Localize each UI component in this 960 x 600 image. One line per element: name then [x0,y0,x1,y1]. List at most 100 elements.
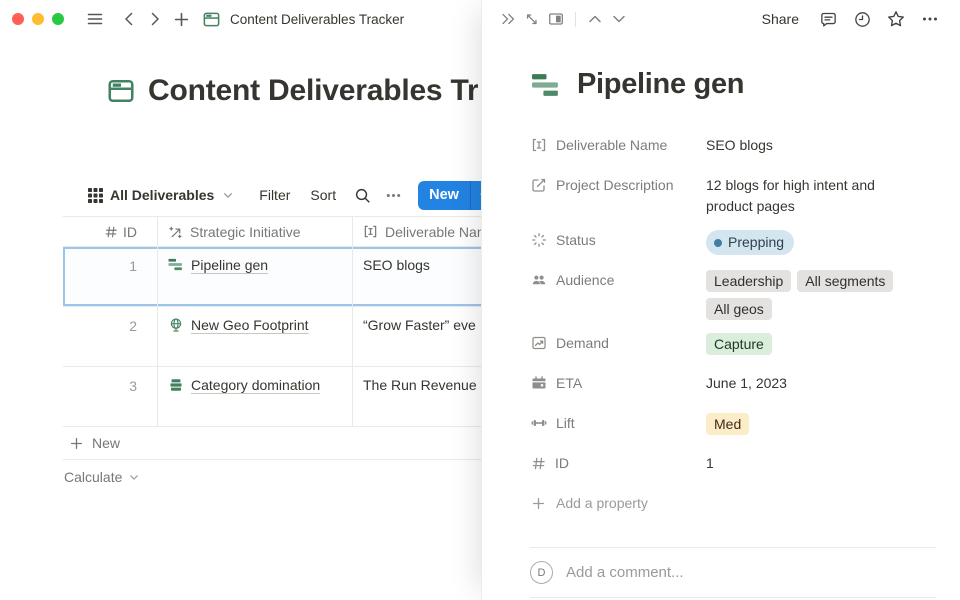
share-button[interactable]: Share [762,11,799,27]
property-label[interactable]: Demand [531,326,706,353]
panel-actions: Share [762,6,943,32]
property-label[interactable]: Project Description [531,168,706,195]
demand-tag[interactable]: Capture [706,333,772,355]
page-title: Content Deliverables Tracker [148,74,478,108]
page-table-icon [198,6,224,32]
hash-icon [531,456,546,471]
open-full-page-icon[interactable] [520,7,544,31]
property-label[interactable]: ETA [531,366,706,393]
property-row-deliverable-name: Deliverable Name SEO blogs [531,128,926,162]
record-detail: Pipeline gen Deliverable Name SEO blogs … [482,38,960,520]
green-bars-icon [531,71,562,99]
calendar-icon [531,375,547,391]
property-row-id: ID 1 [531,446,926,480]
people-icon [531,272,547,288]
header-strategic-initiative[interactable]: Strategic Initiative [158,217,353,246]
audience-tag[interactable]: All segments [797,270,893,292]
page-heading[interactable]: Content Deliverables Tracker [106,74,478,108]
cell-initiative[interactable]: New Geo Footprint [158,307,353,366]
card-box-icon [168,377,184,393]
audience-tag[interactable]: Leadership [706,270,791,292]
window-title: Content Deliverables Tracker [230,12,404,27]
green-bars-icon [168,257,184,272]
property-value[interactable]: Leadership All segments All geos [706,263,926,320]
status-pill[interactable]: Prepping [706,230,794,255]
property-row-project-description: Project Description 12 blogs for high in… [531,168,926,217]
edit-text-icon [531,177,547,193]
favorite-star-icon[interactable] [883,6,909,32]
property-value[interactable]: June 1, 2023 [706,366,926,394]
cell-initiative[interactable]: Pipeline gen [158,247,353,306]
view-tab-all-deliverables[interactable]: All Deliverables [88,187,233,203]
property-value[interactable]: Capture [706,326,926,355]
hash-icon [104,225,118,239]
new-record-label[interactable]: New [418,181,470,210]
status-burst-icon [531,232,547,248]
property-value[interactable]: 12 blogs for high intent and product pag… [706,168,904,217]
comment-section: D Add a comment... [482,547,960,598]
topbar-divider [575,12,576,27]
comment-row[interactable]: D Add a comment... [482,548,960,597]
record-link[interactable]: Pipeline gen [191,257,268,273]
header-id[interactable]: ID [63,217,158,246]
audience-tag[interactable]: All geos [706,298,772,320]
filter-button[interactable]: Filter [259,187,290,203]
property-label[interactable]: Audience [531,263,706,290]
property-value[interactable]: Prepping [706,223,926,255]
sort-button[interactable]: Sort [310,187,336,203]
chevron-down-icon [223,190,233,200]
dumbbell-icon [531,415,547,431]
traffic-lights [12,13,64,25]
previous-record-icon[interactable] [583,7,607,31]
minimize-window-button[interactable] [32,13,44,25]
more-options-icon[interactable] [385,187,402,204]
relation-arrow-icon [168,224,183,239]
property-value[interactable]: Med [706,406,926,435]
new-page-icon[interactable] [168,6,194,32]
property-value[interactable]: SEO blogs [706,128,926,156]
property-label[interactable]: Deliverable Name [531,128,706,155]
back-icon[interactable] [116,6,142,32]
title-property-icon [363,224,378,239]
page-table-icon [106,76,136,106]
close-peek-icon[interactable] [496,7,520,31]
record-link[interactable]: Category domination [191,377,320,393]
plus-icon [531,496,546,511]
next-record-icon[interactable] [607,7,631,31]
lift-tag[interactable]: Med [706,413,749,435]
search-icon[interactable] [354,187,371,204]
title-property-icon [531,137,547,153]
plus-icon [69,436,84,451]
add-comment-input[interactable]: Add a comment... [566,564,684,581]
property-label[interactable]: Lift [531,406,706,433]
property-row-demand: Demand Capture [531,326,926,360]
chart-line-icon [531,335,547,351]
record-link[interactable]: New Geo Footprint [191,317,309,333]
cell-id: 2 [63,307,158,366]
menu-icon[interactable] [82,6,108,32]
record-title[interactable]: Pipeline gen [577,68,744,101]
property-row-status: Status Prepping [531,223,926,257]
cell-id: 3 [63,367,158,426]
cell-initiative[interactable]: Category domination [158,367,353,426]
zoom-window-button[interactable] [52,13,64,25]
forward-icon[interactable] [142,6,168,32]
property-label[interactable]: Status [531,223,706,250]
close-window-button[interactable] [12,13,24,25]
comments-icon[interactable] [815,6,841,32]
database-toolbar: All Deliverables Filter Sort New [88,180,498,210]
side-peek-panel: Share Pipeline gen [481,0,960,600]
cell-id: 1 [63,247,158,306]
panel-topbar: Share [482,0,960,38]
record-title-row[interactable]: Pipeline gen [531,68,926,101]
property-label[interactable]: ID [531,446,706,473]
window-titlebar: Content Deliverables Tracker [0,0,480,38]
side-peek-mode-icon[interactable] [544,7,568,31]
property-value[interactable]: 1 [706,446,926,474]
property-row-audience: Audience Leadership All segments All geo… [531,263,926,320]
add-property-button[interactable]: Add a property [531,486,926,520]
divider [530,597,936,598]
updates-clock-icon[interactable] [849,6,875,32]
more-options-icon[interactable] [917,6,943,32]
chevron-down-icon [129,472,139,482]
